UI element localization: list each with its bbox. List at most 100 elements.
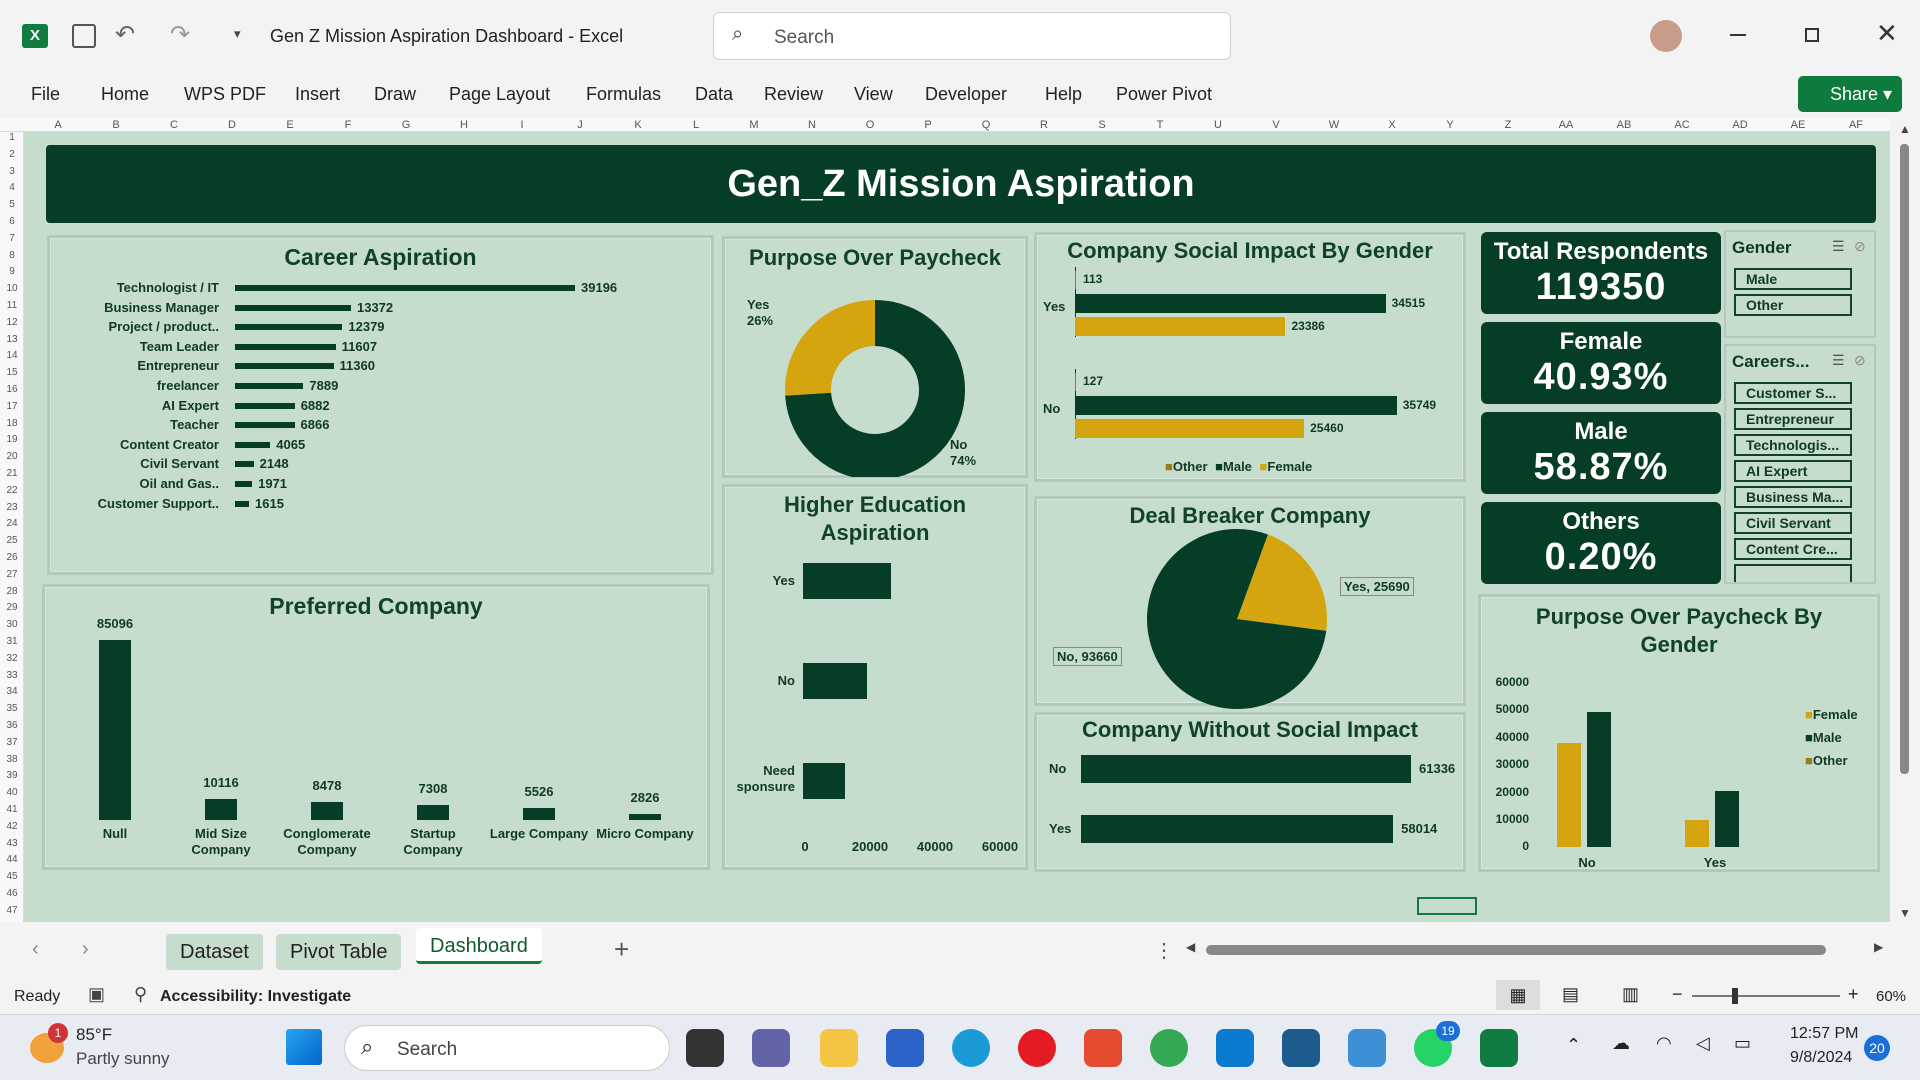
search-box[interactable]: ⌕ Search bbox=[713, 12, 1231, 60]
tab-dataset[interactable]: Dataset bbox=[166, 934, 263, 970]
close-icon[interactable]: ✕ bbox=[1876, 18, 1898, 49]
notification-badge[interactable]: 20 bbox=[1864, 1035, 1890, 1061]
tab-page-layout[interactable]: Page Layout bbox=[449, 84, 550, 105]
share-button[interactable]: Share ▾ bbox=[1798, 76, 1902, 112]
social-impact-gender-chart[interactable]: Company Social Impact By Gender Yes 113 34… bbox=[1034, 232, 1466, 482]
undo-icon[interactable]: ↶ bbox=[115, 20, 135, 49]
careers-slicer-item[interactable]: Content Cre... bbox=[1734, 538, 1852, 560]
accessibility-icon[interactable]: ⚲ bbox=[134, 984, 147, 1005]
next-sheet-icon[interactable]: › bbox=[82, 938, 89, 961]
scroll-up-icon[interactable]: ▲ bbox=[1899, 122, 1911, 136]
vertical-scrollbar[interactable]: ▲ ▼ bbox=[1890, 118, 1920, 924]
hscroll-thumb[interactable] bbox=[1206, 945, 1826, 955]
volume-icon[interactable]: ◁ bbox=[1696, 1033, 1710, 1054]
selected-cell[interactable] bbox=[1417, 897, 1477, 915]
tab-review[interactable]: Review bbox=[764, 84, 823, 105]
careers-slicer-item[interactable]: Technologis... bbox=[1734, 434, 1852, 456]
mysql-icon[interactable] bbox=[1282, 1029, 1320, 1067]
vscode-icon[interactable] bbox=[1216, 1029, 1254, 1067]
macro-icon[interactable]: ▣ bbox=[88, 984, 105, 1005]
photos-icon[interactable] bbox=[1348, 1029, 1386, 1067]
edge-icon[interactable] bbox=[952, 1029, 990, 1067]
prev-sheet-icon[interactable]: ‹ bbox=[32, 938, 39, 961]
scroll-thumb[interactable] bbox=[1900, 144, 1909, 774]
career-value: 11607 bbox=[341, 338, 378, 354]
gender-slicer[interactable]: Gender ☰ ⊘ Male Other bbox=[1724, 230, 1876, 338]
page-layout-view-icon[interactable]: ▤ bbox=[1562, 984, 1579, 1005]
normal-view-icon[interactable]: ▦ bbox=[1496, 980, 1540, 1010]
battery-icon[interactable]: ▭ bbox=[1734, 1033, 1751, 1054]
scroll-left-icon[interactable]: ◀ bbox=[1186, 940, 1195, 954]
gender-slicer-male[interactable]: Male bbox=[1734, 268, 1852, 290]
scroll-down-icon[interactable]: ▼ bbox=[1899, 906, 1911, 920]
tab-view[interactable]: View bbox=[854, 84, 893, 105]
clear-filter-icon[interactable]: ⊘ bbox=[1854, 352, 1866, 369]
wps-icon[interactable] bbox=[1084, 1029, 1122, 1067]
career-aspiration-chart[interactable]: Career Aspiration Technologist / IT 39196… bbox=[47, 235, 714, 575]
horizontal-scrollbar[interactable]: ◀ ▶ bbox=[1186, 940, 1886, 956]
taskbar-search[interactable]: ⌕ Search bbox=[344, 1025, 670, 1071]
add-sheet-icon[interactable]: + bbox=[614, 934, 629, 965]
careers-slicer-item[interactable]: Business Ma... bbox=[1734, 486, 1852, 508]
column-header: E bbox=[286, 119, 294, 131]
gender-slicer-other[interactable]: Other bbox=[1734, 294, 1852, 316]
tab-file[interactable]: File bbox=[31, 84, 60, 105]
redo-icon[interactable]: ↷ bbox=[170, 20, 190, 49]
careers-slicer-item[interactable] bbox=[1734, 564, 1852, 582]
page-break-view-icon[interactable]: ▥ bbox=[1622, 984, 1639, 1005]
zoom-slider-thumb[interactable] bbox=[1732, 988, 1738, 1004]
excel-taskbar-icon[interactable] bbox=[1480, 1029, 1518, 1067]
clear-filter-icon[interactable]: ⊘ bbox=[1854, 238, 1866, 255]
scroll-right-icon[interactable]: ▶ bbox=[1874, 940, 1883, 954]
autosave-icon[interactable] bbox=[72, 24, 96, 48]
zoom-in-icon[interactable]: + bbox=[1848, 984, 1859, 1005]
tab-formulas[interactable]: Formulas bbox=[586, 84, 661, 105]
careers-slicer-item[interactable]: Entrepreneur bbox=[1734, 408, 1852, 430]
clock-time[interactable]: 12:57 PM bbox=[1790, 1025, 1858, 1043]
file-explorer-icon[interactable] bbox=[820, 1029, 858, 1067]
wifi-icon[interactable]: ◠ bbox=[1656, 1033, 1672, 1054]
minimize-icon[interactable] bbox=[1730, 34, 1746, 36]
tab-help[interactable]: Help bbox=[1045, 84, 1082, 105]
zoom-slider[interactable] bbox=[1692, 988, 1840, 1004]
tab-draw[interactable]: Draw bbox=[374, 84, 416, 105]
higher-education-chart[interactable]: Higher Education Aspiration Yes No Need sp… bbox=[722, 484, 1028, 870]
higher-ed-tick: 60000 bbox=[981, 839, 1019, 854]
zoom-level[interactable]: 60% bbox=[1876, 988, 1906, 1005]
opera-icon[interactable] bbox=[1018, 1029, 1056, 1067]
tab-data[interactable]: Data bbox=[695, 84, 733, 105]
deal-breaker-chart[interactable]: Deal Breaker Company Yes, 25690 No, 9366… bbox=[1034, 496, 1466, 709]
careers-slicer[interactable]: Careers... ☰ ⊘ Customer S... Entrepreneu… bbox=[1724, 344, 1876, 584]
careers-slicer-item[interactable]: Customer S... bbox=[1734, 382, 1852, 404]
tab-home[interactable]: Home bbox=[101, 84, 149, 105]
without-social-impact-chart[interactable]: Company Without Social Impact No 61336 Yes… bbox=[1034, 712, 1466, 872]
zoom-out-icon[interactable]: − bbox=[1672, 984, 1683, 1005]
tab-developer[interactable]: Developer bbox=[925, 84, 1007, 105]
purpose-by-gender-chart[interactable]: Purpose Over Paycheck By Gender 60000 500… bbox=[1478, 594, 1880, 872]
tab-insert[interactable]: Insert bbox=[295, 84, 340, 105]
accessibility-status[interactable]: Accessibility: Investigate bbox=[160, 988, 351, 1006]
onedrive-icon[interactable]: ☁ bbox=[1612, 1033, 1630, 1054]
multi-select-icon[interactable]: ☰ bbox=[1832, 352, 1845, 369]
social-group-label: Yes bbox=[1043, 299, 1066, 314]
tab-power-pivot[interactable]: Power Pivot bbox=[1116, 84, 1212, 105]
task-view-icon[interactable] bbox=[686, 1029, 724, 1067]
teams-icon[interactable] bbox=[752, 1029, 790, 1067]
careers-slicer-item[interactable]: Civil Servant bbox=[1734, 512, 1852, 534]
restore-icon[interactable] bbox=[1805, 28, 1819, 42]
avatar[interactable] bbox=[1650, 20, 1682, 52]
store-icon[interactable] bbox=[886, 1029, 924, 1067]
tab-dashboard[interactable]: Dashboard bbox=[416, 928, 542, 964]
more-options-icon[interactable]: ⋮ bbox=[1154, 938, 1174, 963]
quick-access-dropdown-icon[interactable]: ▾ bbox=[234, 26, 241, 42]
purpose-over-paycheck-chart[interactable]: Purpose Over Paycheck Yes 26% No 74% bbox=[722, 236, 1028, 478]
tab-pivot-table[interactable]: Pivot Table bbox=[276, 934, 402, 970]
tab-wps-pdf[interactable]: WPS PDF bbox=[184, 84, 266, 105]
start-icon[interactable] bbox=[286, 1029, 322, 1065]
show-hidden-icons[interactable]: ⌃ bbox=[1566, 1035, 1581, 1056]
clock-date[interactable]: 9/8/2024 bbox=[1790, 1049, 1852, 1067]
preferred-company-chart[interactable]: Preferred Company 85096 Null 10116 Mid Size… bbox=[42, 584, 710, 870]
careers-slicer-item[interactable]: AI Expert bbox=[1734, 460, 1852, 482]
multi-select-icon[interactable]: ☰ bbox=[1832, 238, 1845, 255]
chrome-icon[interactable] bbox=[1150, 1029, 1188, 1067]
